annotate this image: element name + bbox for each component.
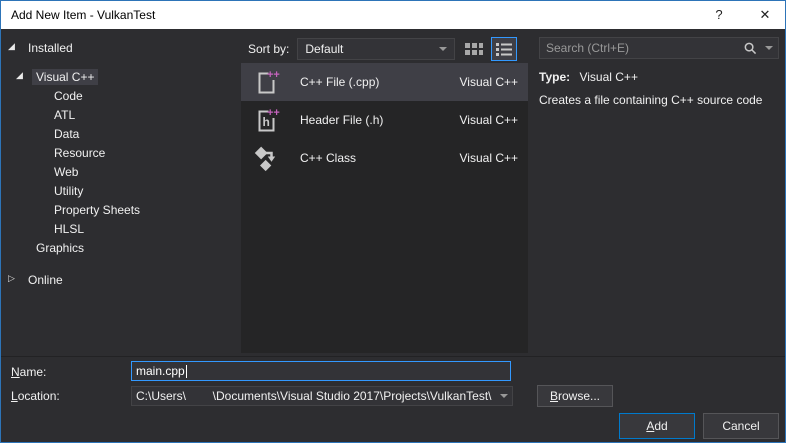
list-view-button[interactable] xyxy=(491,37,517,61)
browse-button[interactable]: Browse... xyxy=(537,385,613,407)
view-toggle-group xyxy=(461,37,517,61)
template-category: Visual C++ xyxy=(460,113,518,127)
expander-expanded-icon[interactable] xyxy=(8,38,24,57)
location-label: Location: xyxy=(11,389,60,403)
sort-by-label: Sort by: xyxy=(248,42,289,56)
sidebar-item-property-sheets[interactable]: Property Sheets xyxy=(1,200,239,219)
sidebar-item-data[interactable]: Data xyxy=(1,124,239,143)
search-box xyxy=(539,37,779,59)
cpp-class-icon xyxy=(253,144,281,172)
template-name: C++ Class xyxy=(300,151,460,165)
help-button[interactable]: ? xyxy=(701,1,737,29)
template-name: Header File (.h) xyxy=(300,113,460,127)
add-new-item-dialog: Add New Item - VulkanTest ? ✕ Installed … xyxy=(0,0,786,443)
cancel-button[interactable]: Cancel xyxy=(703,413,779,439)
sidebar-item-resource[interactable]: Resource xyxy=(1,143,239,162)
location-value: C:\Users\ \Documents\Visual Studio 2017\… xyxy=(132,389,496,403)
name-label: Name: xyxy=(11,365,46,379)
location-combobox[interactable]: C:\Users\ \Documents\Visual Studio 2017\… xyxy=(131,386,513,406)
dialog-title: Add New Item - VulkanTest xyxy=(11,8,701,22)
template-category: Visual C++ xyxy=(460,75,518,89)
sidebar-item-visual-cpp[interactable]: Visual C++ xyxy=(1,67,239,86)
sidebar-item-atl[interactable]: ATL xyxy=(1,105,239,124)
template-list: ++ C++ File (.cpp) Visual C++ h ++ Heade… xyxy=(241,63,528,353)
sidebar-item-utility[interactable]: Utility xyxy=(1,181,239,200)
sidebar-item-web[interactable]: Web xyxy=(1,162,239,181)
type-value: Visual C++ xyxy=(579,70,637,84)
category-tree: Installed Visual C++ Code ATL Data Resou… xyxy=(1,38,239,352)
template-description: Creates a file containing C++ source cod… xyxy=(539,93,783,107)
sidebar-item-online[interactable]: Online xyxy=(1,270,239,289)
template-name: C++ File (.cpp) xyxy=(300,75,460,89)
medium-icons-view-button[interactable] xyxy=(461,37,487,61)
header-file-icon: h ++ xyxy=(253,106,281,134)
list-view-icon xyxy=(496,42,512,56)
search-icon[interactable] xyxy=(743,41,758,56)
type-label: Type: xyxy=(539,70,570,84)
search-input[interactable] xyxy=(540,41,743,55)
template-item-cpp-file[interactable]: ++ C++ File (.cpp) Visual C++ xyxy=(241,63,528,101)
sidebar-item-installed[interactable]: Installed xyxy=(1,38,239,57)
cpp-file-icon: ++ xyxy=(253,68,281,96)
name-input[interactable]: main.cpp xyxy=(131,361,511,381)
sort-bar: Sort by: Default xyxy=(248,37,517,61)
medium-icons-icon xyxy=(464,41,484,57)
expander-collapsed-icon[interactable] xyxy=(8,270,24,289)
name-value: main.cpp xyxy=(136,364,185,378)
template-item-cpp-class[interactable]: C++ Class Visual C++ xyxy=(241,139,528,177)
svg-text:++: ++ xyxy=(267,107,280,119)
chevron-down-icon xyxy=(439,47,447,51)
sidebar-item-graphics[interactable]: Graphics xyxy=(1,238,239,257)
text-caret xyxy=(186,365,187,378)
add-button[interactable]: Add xyxy=(619,413,695,439)
expander-expanded-icon[interactable] xyxy=(16,67,32,86)
close-button[interactable]: ✕ xyxy=(745,1,785,29)
location-chevron-icon[interactable] xyxy=(496,387,512,405)
details-panel: Type: Visual C++ Creates a file containi… xyxy=(539,70,783,107)
sidebar-item-hlsl[interactable]: HLSL xyxy=(1,219,239,238)
bottom-form: Name: main.cpp Location: C:\Users\ \Docu… xyxy=(1,356,785,442)
titlebar: Add New Item - VulkanTest ? ✕ xyxy=(1,1,785,29)
sort-dropdown[interactable]: Default xyxy=(297,38,455,60)
svg-text:++: ++ xyxy=(267,69,280,81)
template-item-header-file[interactable]: h ++ Header File (.h) Visual C++ xyxy=(241,101,528,139)
sort-dropdown-value: Default xyxy=(305,42,439,56)
sidebar-item-code[interactable]: Code xyxy=(1,86,239,105)
template-category: Visual C++ xyxy=(460,151,518,165)
search-options-chevron-icon[interactable] xyxy=(765,46,773,50)
